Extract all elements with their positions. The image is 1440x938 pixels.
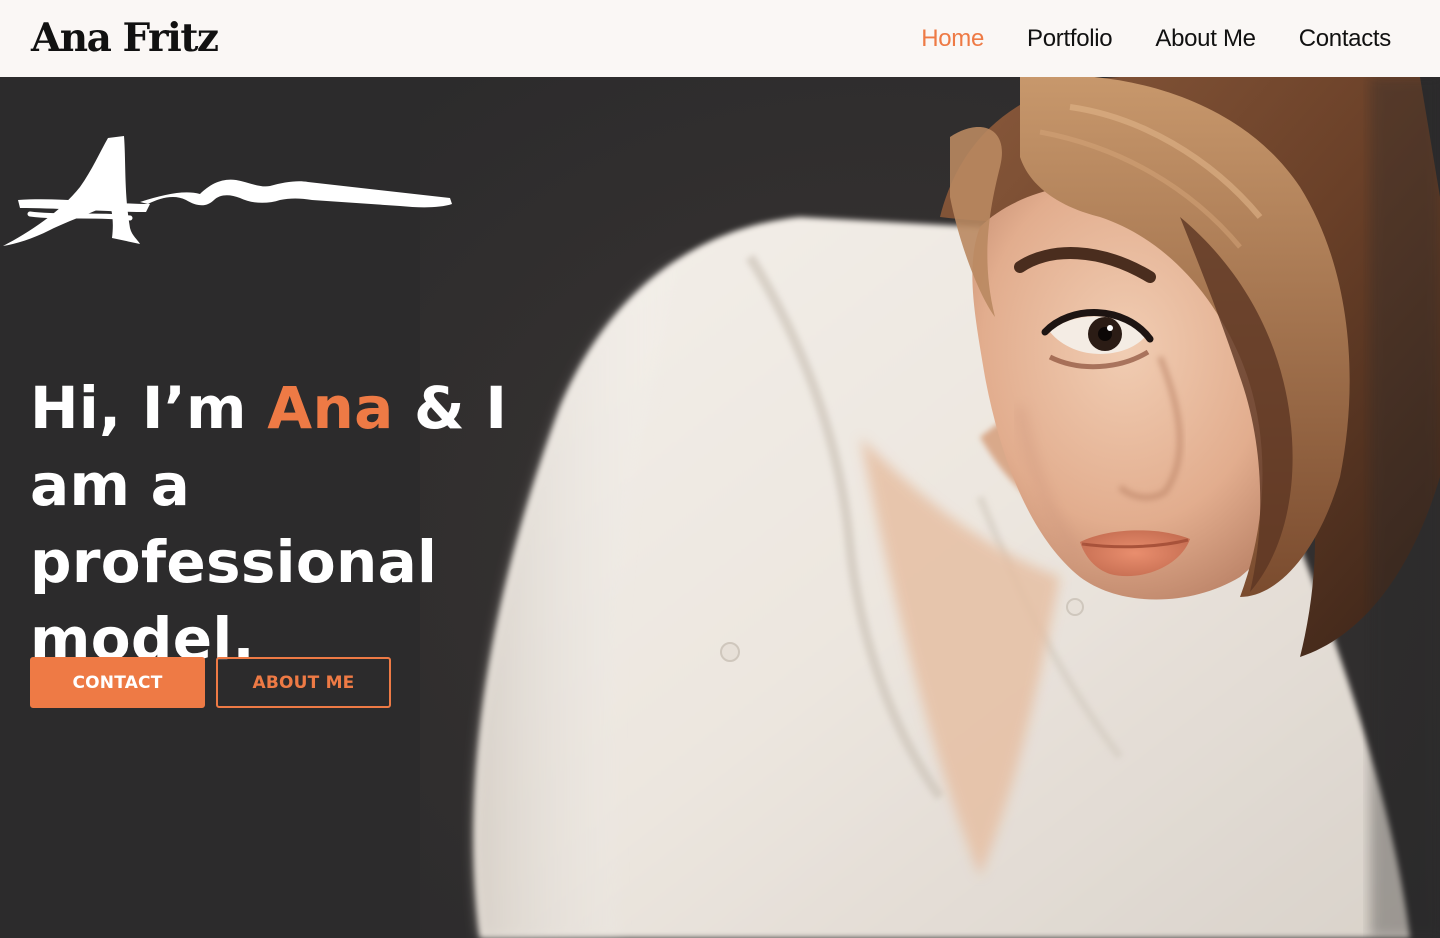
headline-prefix: Hi, I’m [30, 374, 268, 442]
brand-logo[interactable]: Ana Fritz [31, 19, 219, 58]
main-nav: Home Portfolio About Me Contacts [878, 25, 1391, 53]
nav-about-me[interactable]: About Me [1155, 25, 1256, 53]
top-navbar: Ana Fritz Home Portfolio About Me Contac… [0, 0, 1440, 77]
headline-name: Ana [267, 374, 394, 442]
nav-contacts[interactable]: Contacts [1299, 25, 1392, 53]
signature-graphic [3, 136, 452, 246]
hero-headline: Hi, I’m Ana & I am a professional model. [30, 370, 590, 678]
nav-home[interactable]: Home [921, 25, 984, 53]
nav-portfolio[interactable]: Portfolio [1027, 25, 1113, 53]
about-me-button[interactable]: ABOUT ME [216, 657, 391, 708]
hero-section: Hi, I’m Ana & I am a professional model.… [0, 77, 1440, 938]
contact-button[interactable]: CONTACT [30, 657, 205, 708]
